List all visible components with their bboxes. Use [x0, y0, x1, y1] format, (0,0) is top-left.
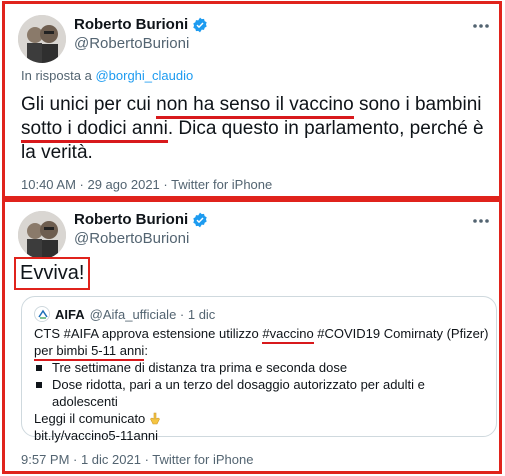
- more-options-icon[interactable]: [471, 211, 491, 231]
- bullet-square-icon: [36, 382, 42, 388]
- quoted-link[interactable]: bit.ly/vaccino5-11anni: [34, 428, 158, 443]
- tweet-text: Evviva!: [14, 257, 91, 290]
- highlighted-phrase: sotto i dodici anni: [21, 118, 168, 143]
- pointing-down-hand-icon: [150, 412, 160, 425]
- quoted-text-part: CTS #AIFA approva estensione utilizzo: [34, 326, 263, 341]
- tweet-card-1: Roberto Burioni @RobertoBurioni In rispo…: [2, 1, 502, 199]
- reply-mention-link[interactable]: @borghi_claudio: [95, 68, 193, 83]
- list-item: Tre settimane di distanza tra prima e se…: [34, 359, 489, 376]
- quoted-text-part: Leggi il comunicato: [34, 411, 146, 426]
- avatar[interactable]: [18, 211, 66, 259]
- tweet-text-part: Gli unici per cui: [21, 94, 157, 115]
- more-options-icon[interactable]: [471, 16, 491, 36]
- highlighted-phrase: non ha senso il vaccino: [156, 94, 354, 119]
- reply-prefix: In risposta a: [21, 68, 92, 83]
- highlighted-phrase: #vaccino: [262, 326, 314, 344]
- quoted-text-part: #COVID19 Comirnaty (Pfizer): [313, 326, 489, 341]
- author-name[interactable]: Roberto Burioni: [74, 211, 188, 228]
- avatar[interactable]: [18, 15, 66, 63]
- tweet-text: Gli unici per cui non ha senso il vaccin…: [21, 93, 491, 165]
- tweet-card-2: Roberto Burioni @RobertoBurioni Evviva! …: [2, 199, 502, 474]
- verified-badge-icon: [193, 212, 207, 227]
- tweet-text-part: sono i bambini: [353, 94, 482, 115]
- author-name[interactable]: Roberto Burioni: [74, 16, 188, 33]
- bullet-square-icon: [36, 365, 42, 371]
- quoted-author-name[interactable]: AIFA: [55, 307, 85, 322]
- tweet-timestamp[interactable]: 9:57 PM · 1 dic 2021 · Twitter for iPhon…: [21, 452, 253, 467]
- list-item: Dose ridotta, pari a un terzo del dosagg…: [34, 376, 489, 410]
- quoted-author-handle[interactable]: @Aifa_ufficiale · 1 dic: [90, 307, 216, 322]
- avatar-photo: [18, 15, 66, 63]
- tweet-timestamp[interactable]: 10:40 AM · 29 ago 2021 · Twitter for iPh…: [21, 177, 272, 192]
- quoted-tweet[interactable]: AIFA @Aifa_ufficiale · 1 dic CTS #AIFA a…: [21, 296, 497, 443]
- bullet-text: Dose ridotta, pari a un terzo del dosagg…: [52, 377, 425, 409]
- quoted-tweet-text: CTS #AIFA approva estensione utilizzo #v…: [34, 325, 489, 444]
- bullet-text: Tre settimane di distanza tra prima e se…: [52, 360, 348, 375]
- author-handle[interactable]: @RobertoBurioni: [74, 230, 189, 247]
- verified-badge-icon: [193, 17, 207, 32]
- aifa-logo-icon: [34, 306, 50, 322]
- quoted-text-part: :: [144, 343, 148, 358]
- avatar-photo: [18, 211, 66, 259]
- author-handle[interactable]: @RobertoBurioni: [74, 35, 189, 52]
- reply-context: In risposta a @borghi_claudio: [21, 68, 193, 83]
